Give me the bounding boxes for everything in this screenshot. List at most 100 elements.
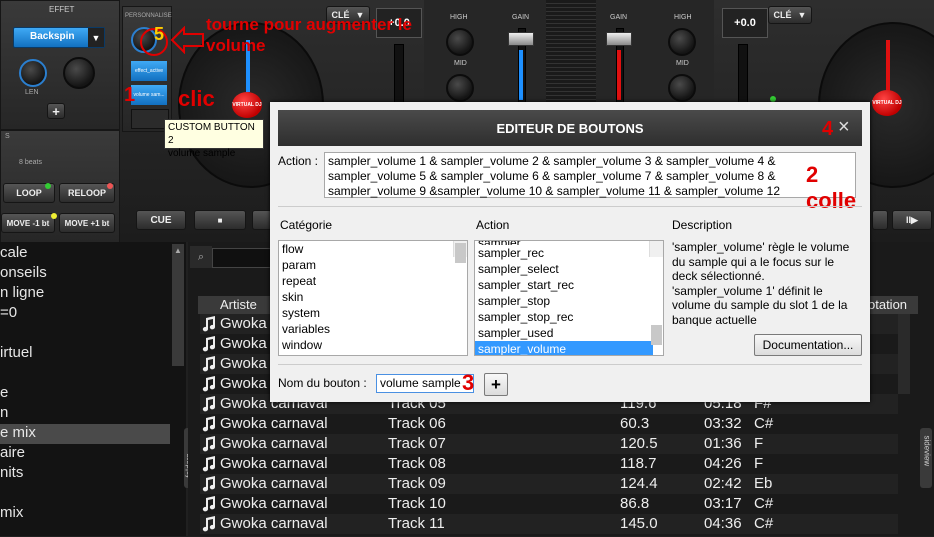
table-row[interactable]: Gwoka carnaval Track 06 60.3 03:32 C# xyxy=(200,414,898,434)
table-row[interactable]: Gwoka carnaval Track 10 86.8 03:17 C# xyxy=(200,494,898,514)
folder-item[interactable]: mix xyxy=(0,504,23,521)
custom-button-1[interactable]: effect_active xyxy=(131,61,167,81)
music-note-icon xyxy=(200,415,218,433)
action-field[interactable]: sampler_volume 1 & sampler_volume 2 & sa… xyxy=(324,152,856,198)
column-header-artist[interactable]: Artiste xyxy=(220,297,257,312)
key-select-right[interactable]: CLÉ ▼ xyxy=(768,6,812,24)
divider xyxy=(278,206,862,207)
search-icon[interactable]: ⌕ xyxy=(190,246,212,268)
gain-label-right: GAIN xyxy=(610,14,628,21)
effect-panel: EFFET Backspin ▼ LEN + xyxy=(0,0,120,130)
folder-item[interactable]: onseils xyxy=(0,264,47,281)
category-item[interactable]: variables xyxy=(279,321,467,337)
folder-item-selected[interactable]: e mix xyxy=(0,424,36,441)
folder-item[interactable]: n xyxy=(0,404,8,421)
high-knob-left[interactable] xyxy=(446,28,474,56)
annotation-step-5: 5 xyxy=(154,24,165,44)
move-plus-button[interactable]: MOVE +1 bt xyxy=(59,213,115,233)
category-scrollbar[interactable] xyxy=(453,241,467,263)
cell-title: Track 10 xyxy=(388,495,446,512)
music-note-icon xyxy=(200,455,218,473)
cue-button[interactable]: CUE xyxy=(136,210,186,230)
pitch-display-right: +0.0 xyxy=(722,8,768,38)
close-icon[interactable]: × xyxy=(838,116,850,139)
move-minus-button[interactable]: MOVE -1 bt xyxy=(1,213,55,233)
effect-select[interactable]: Backspin ▼ xyxy=(13,27,105,48)
cell-artist: Gwoka carnaval xyxy=(220,435,328,452)
action-scrollbar[interactable] xyxy=(649,241,663,345)
action-scroll-thumb[interactable] xyxy=(651,325,662,345)
category-item[interactable]: param xyxy=(279,257,467,273)
folder-item[interactable]: aire xyxy=(0,444,25,461)
level-meter xyxy=(546,0,596,104)
action-item-selected[interactable]: sampler_volume xyxy=(475,341,653,355)
action-list[interactable]: sampler_ sampler_rec sampler_select samp… xyxy=(474,240,664,356)
action-item[interactable]: sampler_stop_rec xyxy=(475,309,663,325)
action-item[interactable]: sampler_select xyxy=(475,261,663,277)
button-name-input[interactable]: volume sample xyxy=(376,374,474,393)
cell-bpm: 118.7 xyxy=(620,455,657,472)
annotation-step-4: 4 xyxy=(822,118,834,140)
mid-knob-right[interactable] xyxy=(668,74,696,102)
folder-item[interactable]: =0 xyxy=(0,304,17,321)
table-row[interactable]: Gwoka carnaval Track 11 145.0 04:36 C# xyxy=(200,514,898,534)
transport-button-right[interactable] xyxy=(872,210,888,230)
table-row[interactable]: Gwoka carnaval Track 09 124.4 02:42 Eb xyxy=(200,474,898,494)
chevron-down-icon: ▼ xyxy=(797,10,807,20)
folder-item[interactable]: cale xyxy=(0,244,28,261)
add-button[interactable]: + xyxy=(484,373,508,396)
cell-title: Track 09 xyxy=(388,475,446,492)
sideview-tab[interactable]: sideview xyxy=(920,428,932,488)
chevron-down-icon[interactable]: ▼ xyxy=(88,28,104,47)
len-knob[interactable] xyxy=(19,59,47,87)
action-item[interactable]: sampler_start_rec xyxy=(475,277,663,293)
arrow-left-icon xyxy=(170,26,204,54)
category-item[interactable]: system xyxy=(279,305,467,321)
folder-scrollbar[interactable] xyxy=(172,244,184,366)
sideview-tab-label: sideview xyxy=(922,435,932,467)
stop-button[interactable]: ■ xyxy=(194,210,246,230)
add-effect-button[interactable]: + xyxy=(47,103,65,119)
folder-item[interactable]: nits xyxy=(0,464,23,481)
high-knob-right[interactable] xyxy=(668,28,696,56)
search-input[interactable] xyxy=(212,248,274,268)
table-row[interactable]: Gwoka carnaval Track 07 120.5 01:36 F xyxy=(200,434,898,454)
description-text: 'sampler_volume' règle le volume du samp… xyxy=(672,240,850,326)
action-item[interactable]: sampler_used xyxy=(475,325,663,341)
transport-button[interactable] xyxy=(252,210,272,230)
mid-knob-left[interactable] xyxy=(446,74,474,102)
folder-item[interactable]: irtuel xyxy=(0,344,33,361)
table-row[interactable]: Gwoka carnaval Track 08 118.7 04:26 F xyxy=(200,454,898,474)
music-note-icon xyxy=(200,355,218,373)
pitch-slider-right[interactable] xyxy=(738,44,748,106)
folder-item[interactable]: e xyxy=(0,384,8,401)
annotation-step-5-text: tourne pour augmenter le volume xyxy=(206,15,412,55)
scroll-up-icon[interactable]: ▲ xyxy=(174,246,182,255)
gain-cap-right[interactable] xyxy=(606,32,632,46)
category-list[interactable]: flow param repeat skin system variables … xyxy=(278,240,468,356)
button-editor-dialog: EDITEUR DE BOUTONS 4 × Action : sampler_… xyxy=(270,102,870,402)
music-note-icon xyxy=(200,515,218,533)
play-pause-button-right[interactable]: II▶ xyxy=(892,210,932,230)
folder-item[interactable]: n ligne xyxy=(0,284,44,301)
custom-button-2[interactable]: volume sam... xyxy=(131,85,167,105)
documentation-button[interactable]: Documentation... xyxy=(754,334,862,356)
category-item[interactable]: flow xyxy=(279,241,467,257)
cell-artist: Gwoka xyxy=(220,355,267,372)
gain-cap-left[interactable] xyxy=(508,32,534,46)
action-item[interactable]: sampler_rec xyxy=(475,245,663,261)
category-item[interactable]: repeat xyxy=(279,273,467,289)
cell-key: C# xyxy=(754,415,774,432)
cell-artist: Gwoka xyxy=(220,375,267,392)
music-note-icon xyxy=(200,475,218,493)
category-item[interactable]: window xyxy=(279,337,467,353)
beats-label: 8 beats xyxy=(19,159,42,166)
mid-label-left: MID xyxy=(454,60,467,67)
music-note-icon xyxy=(200,335,218,353)
category-scroll-thumb[interactable] xyxy=(455,243,466,263)
action-item[interactable]: sampler_stop xyxy=(475,293,663,309)
column-header-rotation[interactable]: otation xyxy=(868,297,907,312)
effect-param-knob[interactable] xyxy=(63,57,95,89)
category-item[interactable]: skin xyxy=(279,289,467,305)
divider xyxy=(278,364,862,365)
